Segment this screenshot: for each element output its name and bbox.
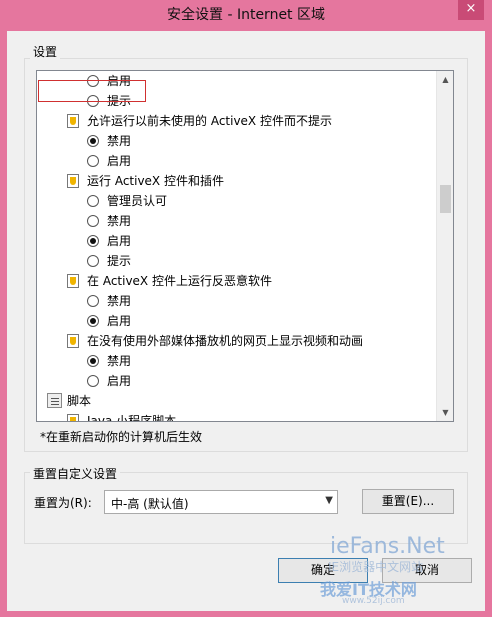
category-label: 脚本 <box>67 394 92 408</box>
radio-label: 提示 <box>107 254 132 268</box>
radio-unchecked-icon[interactable] <box>87 195 99 207</box>
radio-label: 管理员认可 <box>107 194 168 208</box>
chevron-down-icon: ▼ <box>325 495 333 506</box>
scroll-thumb[interactable] <box>440 185 451 213</box>
close-button[interactable]: × <box>458 0 484 20</box>
shield-icon <box>67 114 79 128</box>
reset-to-label: 重置为(R): <box>34 496 92 510</box>
ok-button[interactable]: 确定 <box>278 558 368 583</box>
shield-icon <box>67 334 79 348</box>
restart-note: *在重新启动你的计算机后生效 <box>40 430 203 444</box>
shield-icon <box>67 274 79 288</box>
radio-unchecked-icon[interactable] <box>87 155 99 167</box>
radio-checked-icon[interactable] <box>87 315 99 327</box>
reset-group-title: 重置自定义设置 <box>30 465 121 482</box>
settings-group-title: 设置 <box>30 43 61 60</box>
radio-label: 启用 <box>107 154 132 168</box>
radio-checked-icon[interactable] <box>87 355 99 367</box>
reset-level-value: 中-高 (默认值) <box>111 497 189 511</box>
reset-button[interactable]: 重置(E)... <box>362 489 454 514</box>
setting-label: Java 小程序脚本 <box>87 414 177 422</box>
shield-icon <box>67 414 79 421</box>
radio-label: 启用 <box>107 234 132 248</box>
shield-icon <box>67 174 79 188</box>
highlight-box <box>38 80 146 102</box>
security-settings-dialog: 安全设置 - Internet 区域 × 设置 启用 提示 允许运行以前未使用的 A… <box>0 0 492 617</box>
radio-checked-icon[interactable] <box>87 235 99 247</box>
radio-unchecked-icon[interactable] <box>87 215 99 227</box>
radio-unchecked-icon[interactable] <box>87 295 99 307</box>
radio-label: 启用 <box>107 314 132 328</box>
radio-unchecked-icon[interactable] <box>87 375 99 387</box>
reset-level-select[interactable]: 中-高 (默认值) ▼ <box>104 490 338 514</box>
setting-label: 在 ActiveX 控件上运行反恶意软件 <box>87 274 272 288</box>
setting-label: 允许运行以前未使用的 ActiveX 控件而不提示 <box>87 114 332 128</box>
radio-label: 禁用 <box>107 214 132 228</box>
radio-checked-icon[interactable] <box>87 135 99 147</box>
settings-tree-list: 启用 提示 允许运行以前未使用的 ActiveX 控件而不提示 禁用 启用 运行 Acti… <box>37 71 437 421</box>
cancel-button[interactable]: 取消 <box>382 558 472 583</box>
script-icon <box>47 393 62 408</box>
tree-scrollbar[interactable]: ▲ ▼ <box>436 71 453 421</box>
radio-label: 禁用 <box>107 294 132 308</box>
scroll-down-icon[interactable]: ▼ <box>437 404 453 421</box>
settings-tree: 启用 提示 允许运行以前未使用的 ActiveX 控件而不提示 禁用 启用 运行 Acti… <box>36 70 454 422</box>
scroll-up-icon[interactable]: ▲ <box>437 71 453 88</box>
radio-unchecked-icon[interactable] <box>87 255 99 267</box>
window-title: 安全设置 - Internet 区域 <box>167 7 325 23</box>
radio-label: 禁用 <box>107 354 132 368</box>
radio-label: 禁用 <box>107 134 132 148</box>
radio-label: 启用 <box>107 374 132 388</box>
setting-label: 在没有使用外部媒体播放机的网页上显示视频和动画 <box>87 334 364 348</box>
setting-label: 运行 ActiveX 控件和插件 <box>87 174 224 188</box>
